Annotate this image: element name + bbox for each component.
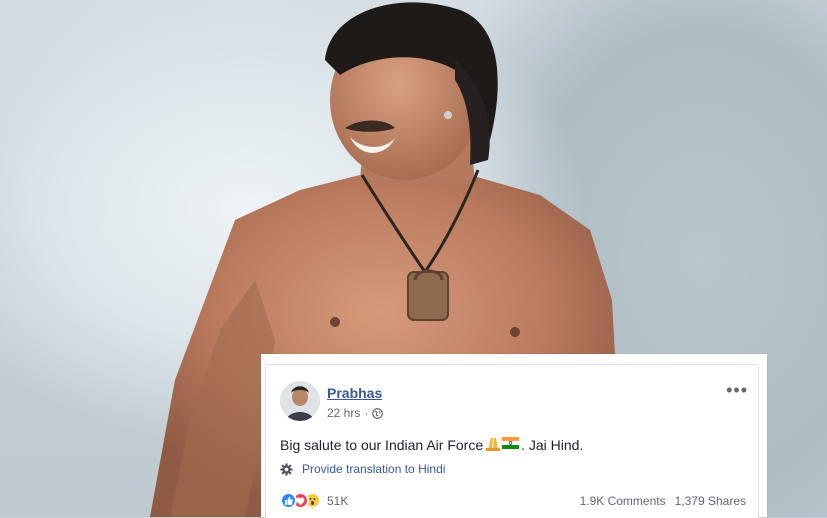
post-timestamp[interactable]: 22 hrs	[327, 406, 360, 420]
more-options-icon[interactable]: •••	[726, 381, 748, 399]
translate-link[interactable]: Provide translation to Hindi	[280, 462, 445, 476]
post-text: Big salute to our Indian Air Force . Jai…	[280, 435, 583, 454]
facebook-post-card: Prabhas 22 hrs · ••• Big salute to our I…	[261, 354, 767, 518]
post-stats-bar: 51K 1.9K Comments 1,379 Shares	[280, 492, 746, 509]
like-reaction-icon	[280, 492, 297, 509]
reaction-count: 51K	[327, 493, 349, 508]
reactions-summary[interactable]: 51K	[280, 492, 348, 509]
author-avatar[interactable]	[280, 381, 320, 421]
meta-separator: ·	[364, 406, 369, 420]
folded-hands-and-flag-emoji	[484, 435, 520, 454]
author-name-link[interactable]: Prabhas	[327, 385, 382, 401]
comments-count-link[interactable]: 1.9K Comments	[580, 494, 666, 508]
post-body: Prabhas 22 hrs · ••• Big salute to our I…	[265, 364, 759, 518]
post-text-end: . Jai Hind.	[521, 436, 584, 453]
shares-count-link[interactable]: 1,379 Shares	[675, 494, 746, 508]
gear-icon	[280, 462, 293, 476]
post-text-main: Big salute to our Indian Air Force	[280, 436, 484, 453]
globe-icon[interactable]	[372, 407, 384, 419]
avatar-image	[280, 381, 320, 421]
post-meta: 22 hrs ·	[327, 406, 384, 420]
translate-label: Provide translation to Hindi	[302, 462, 446, 476]
